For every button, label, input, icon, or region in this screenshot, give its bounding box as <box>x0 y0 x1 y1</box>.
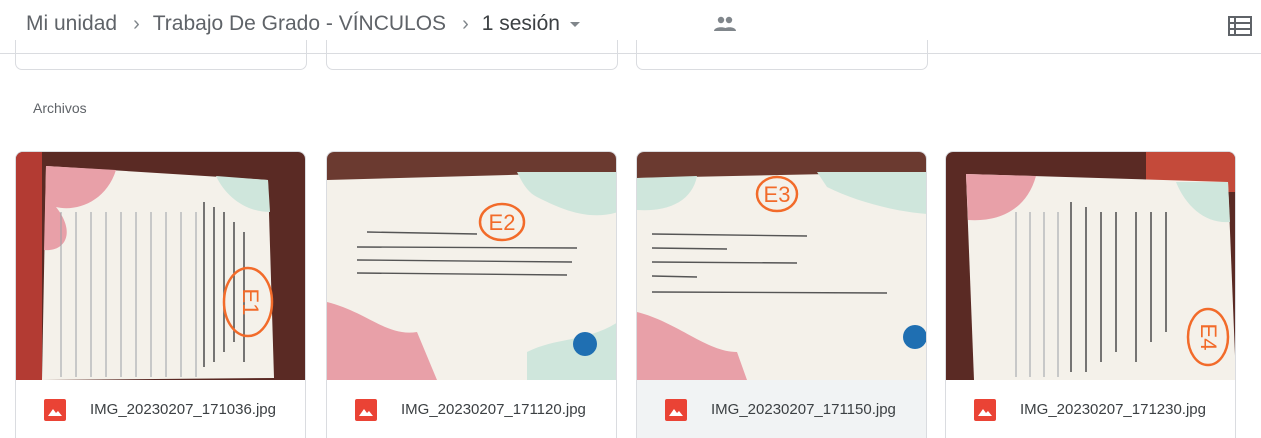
caret-down-icon[interactable] <box>569 21 580 27</box>
image-file-icon <box>355 398 377 421</box>
folder-card[interactable] <box>636 40 928 70</box>
section-title: Archivos <box>33 100 87 116</box>
file-name: IMG_20230207_171120.jpg <box>401 401 586 418</box>
people-icon[interactable] <box>713 15 737 33</box>
file-footer[interactable]: IMG_20230207_171120.jpg <box>327 380 616 438</box>
file-footer[interactable]: IMG_20230207_171036.jpg <box>16 380 305 438</box>
file-footer[interactable]: IMG_20230207_171230.jpg <box>946 380 1235 438</box>
handwritten-label: E4 <box>1196 324 1221 351</box>
file-name: IMG_20230207_171230.jpg <box>1020 401 1206 418</box>
image-file-icon <box>665 398 687 421</box>
breadcrumb-current-folder[interactable]: 1 sesión <box>482 12 560 36</box>
handwritten-label: E1 <box>238 289 263 316</box>
file-card[interactable]: E4 IMG_20230207_171230.jpg <box>945 151 1236 438</box>
image-thumbnail[interactable]: E1 <box>16 152 305 380</box>
chevron-right-icon: › <box>462 12 469 35</box>
file-footer[interactable]: IMG_20230207_171150.jpg <box>637 380 926 438</box>
list-view-icon[interactable] <box>1227 15 1253 37</box>
file-card[interactable]: E3 IMG_20230207_171150.jpg <box>636 151 927 438</box>
breadcrumb-my-drive[interactable]: Mi unidad <box>26 12 117 36</box>
breadcrumb: Mi unidad › Trabajo De Grado - VÍNCULOS … <box>26 9 580 39</box>
folder-card[interactable] <box>15 40 307 70</box>
chevron-right-icon: › <box>133 12 140 35</box>
breadcrumb-folder[interactable]: Trabajo De Grado - VÍNCULOS <box>153 12 446 36</box>
image-thumbnail[interactable]: E3 <box>637 152 926 380</box>
image-file-icon <box>974 398 996 421</box>
handwritten-label: E3 <box>764 182 791 207</box>
file-name: IMG_20230207_171036.jpg <box>90 401 276 418</box>
image-thumbnail[interactable]: E4 <box>946 152 1235 380</box>
folder-card[interactable] <box>326 40 618 70</box>
file-name: IMG_20230207_171150.jpg <box>711 401 896 418</box>
file-card[interactable]: E2 IMG_20230207_171120.jpg <box>326 151 617 438</box>
image-thumbnail[interactable]: E2 <box>327 152 616 380</box>
handwritten-label: E2 <box>489 210 516 235</box>
file-card[interactable]: E1 IMG_20230207_171036.jpg <box>15 151 306 438</box>
image-file-icon <box>44 398 66 421</box>
